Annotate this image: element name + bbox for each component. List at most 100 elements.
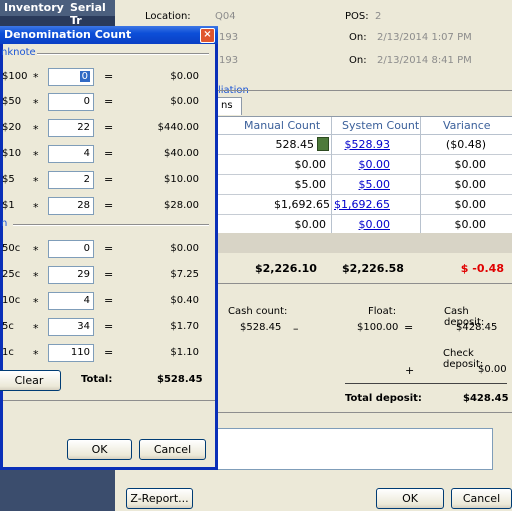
amount-value: $7.25 (170, 269, 199, 280)
pos-label: POS: (345, 11, 369, 22)
on-label-2: On: (349, 55, 367, 66)
amount-value: $0.00 (170, 96, 199, 107)
denomination-label: 5c (2, 321, 14, 332)
denomination-label: 25c (2, 269, 21, 280)
equals-sign: = (104, 320, 114, 333)
col-system-count[interactable]: System Count (342, 119, 419, 132)
system-cell[interactable]: $528.93 (334, 138, 391, 151)
system-cell[interactable]: $0.00 (334, 218, 391, 231)
equals-sign: = (104, 121, 114, 134)
z-report-button[interactable]: Z-Report... (126, 488, 193, 509)
table-row[interactable]: $0.00 $0.00 $0.00 (214, 155, 512, 175)
check-deposit-value: $0.00 (478, 364, 507, 375)
partial-value-2: 193 (219, 55, 239, 66)
total-variance: $ -0.48 (460, 262, 504, 275)
location-label: Location: (145, 11, 191, 22)
banknote-divider (37, 53, 209, 55)
qty-input-25c[interactable]: 29 (48, 266, 94, 284)
deposit-divider (345, 383, 507, 384)
system-cell[interactable]: $5.00 (334, 178, 391, 191)
multiply-sign: * (33, 244, 39, 257)
cancel-button[interactable]: Cancel (451, 488, 512, 509)
on-value-1: 2/13/2014 1:07 PM (377, 32, 472, 43)
qty-input-50c[interactable]: 0 (48, 240, 94, 258)
total-value: $528.45 (157, 374, 203, 385)
amount-value: $28.00 (164, 200, 199, 211)
denomination-label: $1 (2, 200, 15, 211)
total-system: $2,226.58 (342, 262, 404, 275)
equals-sign: = (104, 70, 114, 83)
multiply-sign: * (33, 348, 39, 361)
multiply-sign: * (33, 296, 39, 309)
notes-field[interactable] (213, 428, 493, 470)
table-row[interactable]: $0.00 $0.00 $0.00 (214, 215, 512, 235)
qty-input-5c[interactable]: 34 (48, 318, 94, 336)
group-divider (215, 90, 512, 91)
denomination-label: $5 (2, 174, 15, 185)
location-value: Q04 (215, 11, 236, 22)
partial-value-1: 193 (219, 32, 239, 43)
multiply-sign: * (33, 97, 39, 110)
variance-cell: ($0.48) (445, 138, 486, 151)
total-manual: $2,226.10 (255, 262, 317, 275)
qty-input-100[interactable]: 0 (48, 68, 94, 86)
pos-value: 2 (375, 11, 382, 22)
total-label: Total: (81, 374, 113, 385)
coin-divider (13, 224, 209, 226)
denomination-label: 50c (2, 243, 21, 254)
dialog-ok-button[interactable]: OK (67, 439, 132, 460)
qty-input-1[interactable]: 28 (48, 197, 94, 215)
system-cell[interactable]: $0.00 (334, 158, 391, 171)
qty-value: 0 (79, 71, 90, 82)
on-label-1: On: (349, 32, 367, 43)
clear-button[interactable]: Clear (0, 370, 61, 391)
totals-divider (213, 283, 512, 284)
amount-value: $10.00 (164, 174, 199, 185)
table-row[interactable]: $5.00 $5.00 $0.00 (214, 175, 512, 195)
grid-header: Manual Count System Count Variance (214, 117, 512, 135)
manual-cell: $0.00 (294, 158, 327, 171)
amount-value: $0.00 (170, 71, 199, 82)
nav-serial[interactable]: Serial Tr (70, 1, 115, 27)
multiply-sign: * (33, 71, 39, 84)
manual-cell: $0.00 (294, 218, 327, 231)
equals-sign: = (404, 321, 414, 334)
count-grid: Manual Count System Count Variance 528.4… (213, 116, 512, 235)
nav-inventory[interactable]: Inventory (4, 1, 64, 14)
qty-input-10c[interactable]: 4 (48, 292, 94, 310)
top-nav: Inventory Serial Tr (0, 0, 115, 27)
equals-sign: = (104, 294, 114, 307)
dialog-cancel-button[interactable]: Cancel (139, 439, 206, 460)
denomination-label: $50 (2, 96, 22, 107)
table-row[interactable]: $1,692.65 $1,692.65 $0.00 (214, 195, 512, 215)
qty-input-10[interactable]: 4 (48, 145, 94, 163)
table-row[interactable]: 528.45 $528.93 ($0.48) (214, 135, 512, 155)
dialog-body: nknote $100 * 0 = $0.00 $50 * 0 = $0.00 … (0, 44, 215, 467)
system-cell[interactable]: $1,692.65 (334, 198, 390, 211)
float-label: Float: (368, 306, 397, 317)
variance-cell: $0.00 (454, 218, 487, 231)
amount-value: $1.10 (170, 347, 199, 358)
col-variance[interactable]: Variance (443, 119, 491, 132)
ok-button[interactable]: OK (376, 488, 444, 509)
qty-input-50[interactable]: 0 (48, 93, 94, 111)
money-icon[interactable] (317, 137, 329, 151)
cash-count-value: $528.45 (240, 322, 282, 333)
dialog-titlebar[interactable]: Denomination Count × (0, 26, 218, 44)
denomination-label: 10c (2, 295, 21, 306)
tab-label: ns (221, 100, 233, 111)
close-icon[interactable]: × (200, 28, 215, 43)
variance-cell: $0.00 (454, 198, 487, 211)
amount-value: $0.00 (170, 243, 199, 254)
amount-value: $40.00 (164, 148, 199, 159)
banknote-section-label: nknote (1, 47, 36, 58)
variance-cell: $0.00 (454, 178, 487, 191)
tab-transactions[interactable]: ns (214, 97, 242, 115)
equals-sign: = (104, 346, 114, 359)
qty-input-1c[interactable]: 110 (48, 344, 94, 362)
qty-input-5[interactable]: 2 (48, 171, 94, 189)
qty-input-20[interactable]: 22 (48, 119, 94, 137)
plus-sign: + (405, 364, 415, 377)
col-manual-count[interactable]: Manual Count (244, 119, 320, 132)
denomination-count-dialog: Denomination Count × nknote $1 0 0 * 0 = $… (0, 26, 218, 470)
